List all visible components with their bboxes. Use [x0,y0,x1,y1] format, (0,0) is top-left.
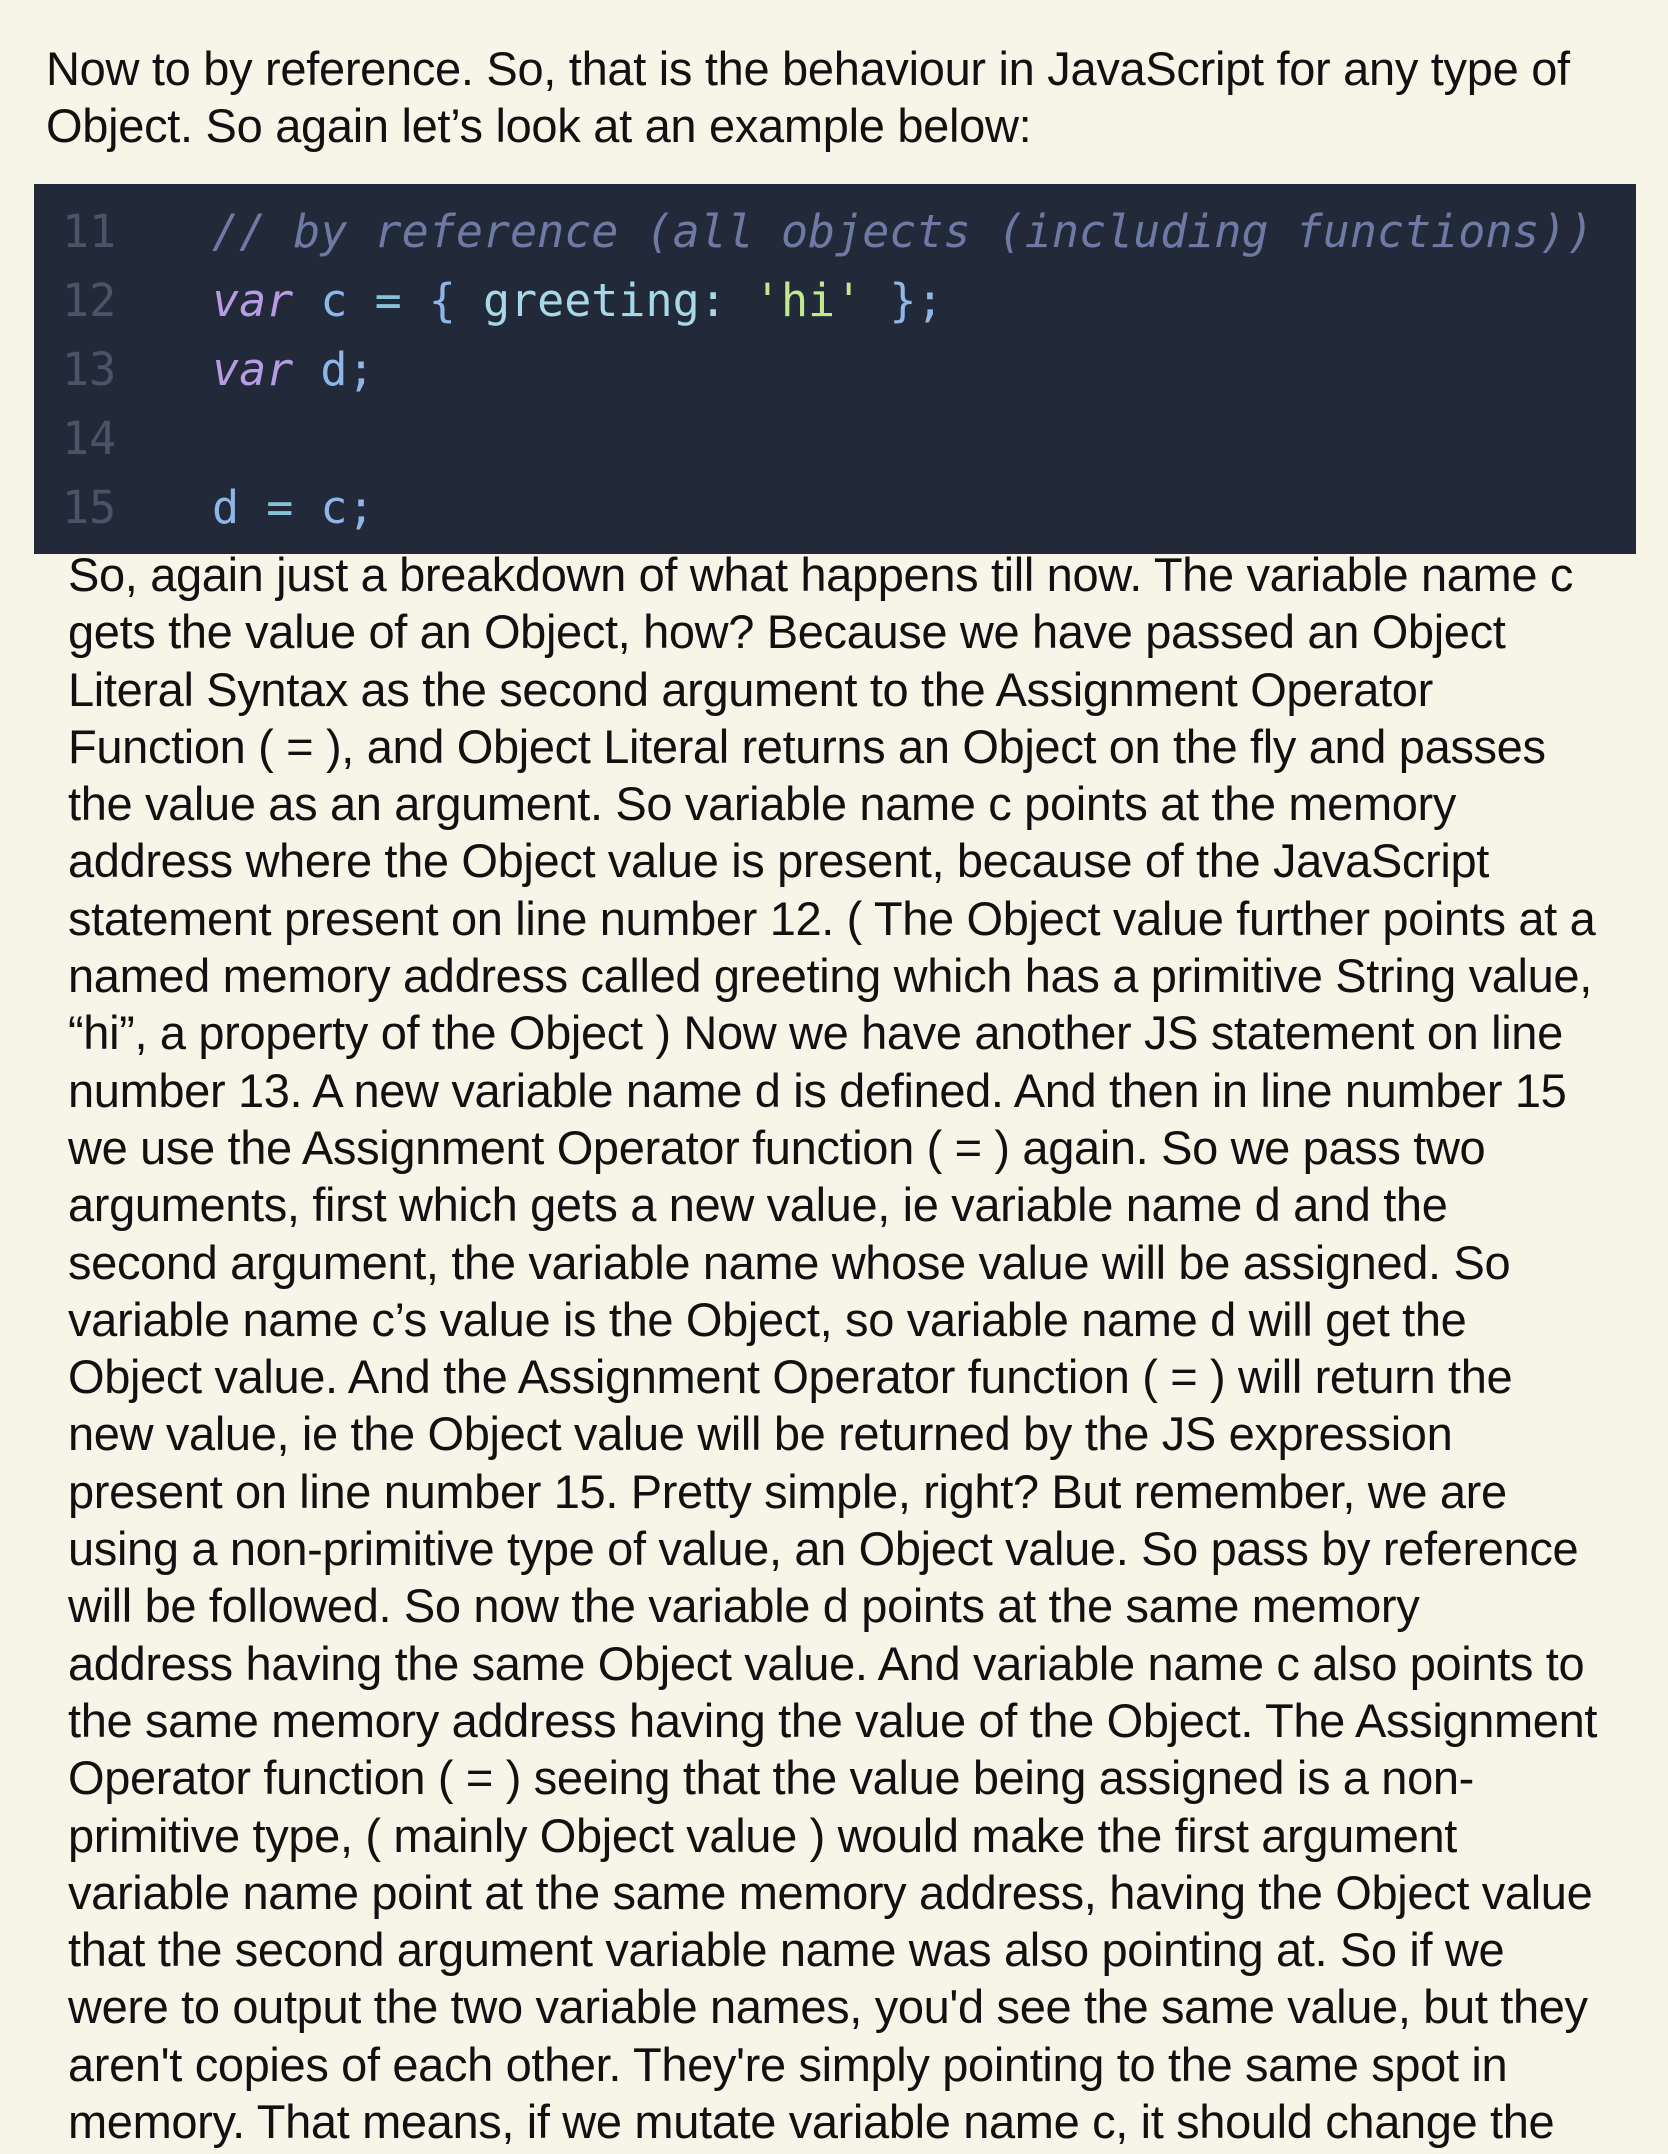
code-token: = [374,274,402,327]
code-token: greeting: [482,274,727,327]
code-text: d = c; [212,481,375,534]
code-line: 12 var c = { greeting: 'hi' }; [34,266,1636,335]
line-number: 13 [62,343,117,396]
paragraph-line: will be followed. So now the variable d … [68,1579,1420,1633]
paragraph-line: second argument, the variable name whose… [68,1235,1511,1289]
explanation-paragraph: So, again just a breakdown of what happe… [68,546,1668,2150]
paragraph-line: new value, ie the Object value will be r… [68,1407,1453,1461]
code-text: // by reference (all objects (including … [212,205,1594,258]
paragraph-line: address where the Object value is presen… [68,834,1489,888]
paragraph-line: the value as an argument. So variable na… [68,777,1457,831]
code-line: 13 var d; [34,335,1636,404]
code-token: d; [320,343,375,396]
paragraph-line: the same memory address having the value… [68,1693,1598,1747]
paragraph-line: arguments, first which gets a new value,… [68,1178,1448,1232]
line-number: 14 [62,412,117,465]
intro-line: Object. So again let’s look at an exampl… [46,99,1032,152]
paragraph-line: So, again just a breakdown of what happe… [68,548,1573,601]
line-number: 15 [62,481,117,534]
intro-paragraph: Now to by reference. So, that is the beh… [46,40,1646,154]
paragraph-line: that the second argument variable name w… [68,1923,1505,1977]
code-token: { [428,274,456,327]
paragraph-line: address having the same Object value. An… [68,1636,1585,1690]
code-token: c [320,274,348,327]
code-token: var [212,274,294,327]
code-token: }; [889,274,944,327]
paragraph-line: present on line number 15. Pretty simple… [68,1464,1507,1518]
paragraph-line: Literal Syntax as the second argument to… [68,662,1433,716]
line-number: 12 [62,274,117,327]
code-text: var c = { greeting: 'hi' }; [212,274,944,327]
paragraph-line: variable name c’s value is the Object, s… [68,1292,1467,1346]
paragraph-line: gets the value of an Object, how? Becaus… [68,605,1506,659]
paragraph-line: primitive type, ( mainly Object value ) … [68,1808,1457,1862]
paragraph-line: variable name point at the same memory a… [68,1865,1593,1919]
code-token: // by reference (all objects (including … [212,205,1594,258]
paragraph-line: were to output the two variable names, y… [68,1980,1588,2034]
code-line: 11 // by reference (all objects (includin… [34,197,1636,266]
paragraph-line: named memory address called greeting whi… [68,949,1592,1003]
code-token: var [212,343,294,396]
paragraph-line: Operator function ( = ) seeing that the … [68,1751,1474,1805]
paragraph-line: number 13. A new variable name d is defi… [68,1063,1567,1117]
paragraph-line: Function ( = ), and Object Literal retur… [68,719,1546,773]
paragraph-line: Object value. And the Assignment Operato… [68,1350,1513,1404]
code-line: 14 [34,404,1636,473]
paragraph-line: memory. That means, if we mutate variabl… [68,2095,1555,2149]
code-line: 15 d = c; [34,473,1636,542]
paragraph-line: aren't copies of each other. They're sim… [68,2037,1508,2091]
code-token: 'hi' [753,274,863,327]
paragraph-line: we use the Assignment Operator function … [68,1120,1486,1174]
intro-line: Now to by reference. So, that is the beh… [46,42,1570,95]
paragraph-line: “hi”, a property of the Object ) Now we … [68,1006,1563,1060]
paragraph-line: statement present on line number 12. ( T… [68,891,1596,945]
code-token: = [266,481,294,534]
line-number: 11 [62,205,117,258]
code-text: var d; [212,343,375,396]
code-snippet: 11 // by reference (all objects (includin… [34,184,1636,554]
code-token: c; [320,481,375,534]
code-token: d [212,481,240,534]
paragraph-line: using a non-primitive type of value, an … [68,1522,1579,1576]
